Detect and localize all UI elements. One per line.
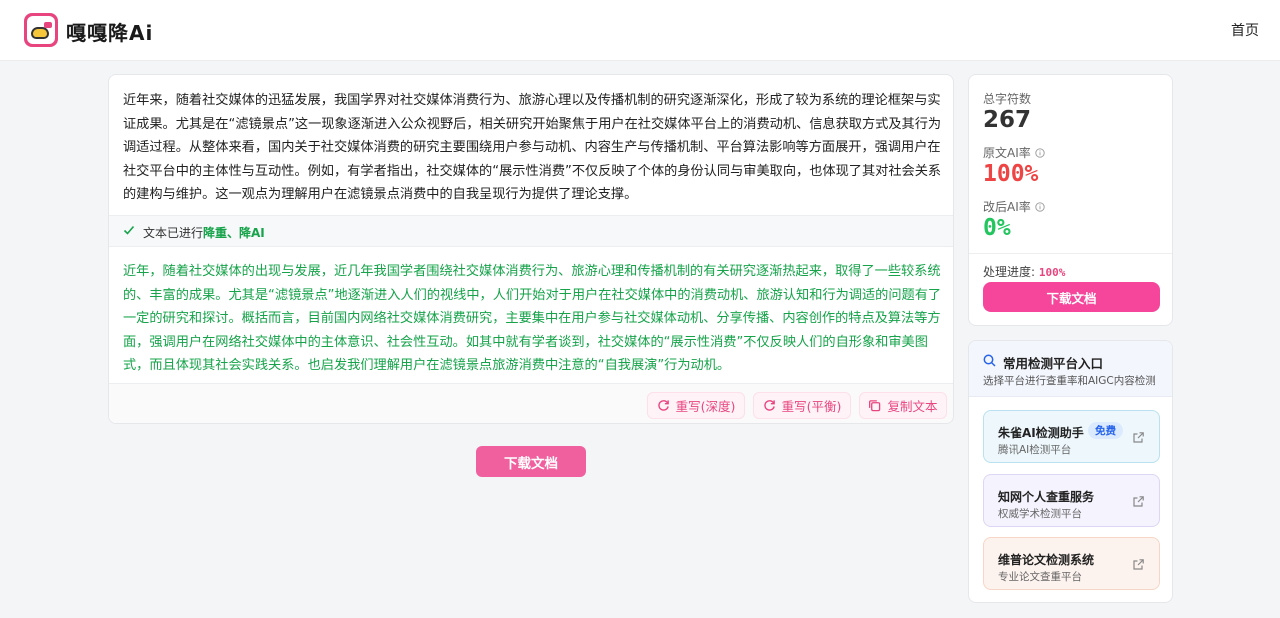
processing-status-bar: 文本已进行降重、降AI	[109, 215, 953, 247]
logo-duck	[31, 27, 49, 39]
status-prefix: 文本已进行	[143, 226, 204, 240]
stats-card: 总字符数 267 原文AI率 100% 改后AI率 0% 处理进度: 100% …	[968, 74, 1173, 326]
rewrite-balanced-button[interactable]: 重写(平衡)	[753, 392, 851, 419]
action-bar: 重写(深度) 重写(平衡) 复制文本	[109, 383, 953, 423]
progress-value: 100%	[1038, 266, 1066, 279]
rewrite-balanced-label: 重写(平衡)	[781, 399, 842, 414]
platform-item-zhuque[interactable]: 朱雀AI检测助手 免费 腾讯AI检测平台	[983, 410, 1160, 463]
copy-icon	[869, 400, 881, 412]
original-ai-rate-value: 100%	[983, 161, 1039, 187]
platforms-title: 常用检测平台入口	[1003, 356, 1104, 371]
search-icon	[983, 354, 996, 367]
detection-platforms-card: 常用检测平台入口 选择平台进行查重率和AIGC内容检测 朱雀AI检测助手 免费 …	[968, 340, 1173, 603]
top-header: 嘎嘎降Ai 首页	[0, 0, 1280, 61]
rewrite-deep-label: 重写(深度)	[675, 399, 736, 414]
platforms-subtitle: 选择平台进行查重率和AIGC内容检测	[983, 375, 1156, 387]
copy-text-button[interactable]: 复制文本	[859, 392, 947, 419]
text-result-card: 近年来，随着社交媒体的迅猛发展，我国学界对社交媒体消费行为、旅游心理以及传播机制…	[108, 74, 954, 424]
refresh-icon	[763, 400, 775, 411]
original-ai-rate-label: 原文AI率	[983, 144, 1045, 161]
logo-beak	[44, 22, 52, 28]
check-icon	[123, 225, 135, 235]
nav-home-link[interactable]: 首页	[1231, 20, 1259, 40]
platform-name: 维普论文检测系统	[998, 553, 1095, 567]
rewrite-deep-button[interactable]: 重写(深度)	[647, 392, 745, 419]
external-link-icon[interactable]	[1132, 495, 1145, 508]
new-ai-rate-label-text: 改后AI率	[983, 200, 1031, 214]
brand-name[interactable]: 嘎嘎降Ai	[66, 17, 153, 46]
free-badge: 免费	[1088, 422, 1123, 439]
progress-row: 处理进度: 100%	[983, 263, 1065, 280]
total-chars-label-text: 总字符数	[983, 92, 1032, 106]
platform-item-cnki[interactable]: 知网个人查重服务 权威学术检测平台	[983, 474, 1160, 527]
download-document-side-button[interactable]: 下载文档	[983, 282, 1160, 312]
download-document-button[interactable]: 下载文档	[476, 446, 586, 477]
platform-desc: 腾讯AI检测平台	[998, 444, 1072, 456]
platform-desc: 权威学术检测平台	[998, 508, 1082, 520]
info-icon[interactable]	[1035, 201, 1045, 212]
platform-name: 知网个人查重服务	[998, 490, 1095, 504]
external-link-icon[interactable]	[1132, 558, 1145, 571]
progress-label: 处理进度:	[983, 265, 1039, 279]
external-link-icon[interactable]	[1132, 431, 1145, 444]
original-text: 近年来，随着社交媒体的迅猛发展，我国学界对社交媒体消费行为、旅游心理以及传播机制…	[123, 93, 942, 203]
platform-desc: 专业论文查重平台	[998, 571, 1082, 583]
original-ai-rate-label-text: 原文AI率	[983, 146, 1031, 160]
stats-divider	[969, 253, 1172, 254]
new-ai-rate-value: 0%	[983, 215, 1011, 241]
new-ai-rate-label: 改后AI率	[983, 198, 1045, 215]
info-icon[interactable]	[1035, 147, 1045, 158]
platforms-header: 常用检测平台入口 选择平台进行查重率和AIGC内容检测	[969, 341, 1172, 397]
duck-logo-icon[interactable]	[24, 13, 58, 47]
platform-name: 朱雀AI检测助手	[998, 426, 1084, 440]
status-text: 文本已进行降重、降AI	[143, 224, 265, 241]
total-chars-label: 总字符数	[983, 90, 1031, 107]
rewritten-text: 近年，随着社交媒体的出现与发展，近几年我国学者围绕社交媒体消费行为、旅游心理和传…	[123, 264, 942, 374]
platform-item-vip[interactable]: 维普论文检测系统 专业论文查重平台	[983, 537, 1160, 590]
total-chars-value: 267	[983, 107, 1032, 133]
refresh-icon	[657, 400, 669, 411]
copy-text-label: 复制文本	[887, 399, 938, 414]
status-highlight: 降重、降AI	[203, 226, 265, 240]
